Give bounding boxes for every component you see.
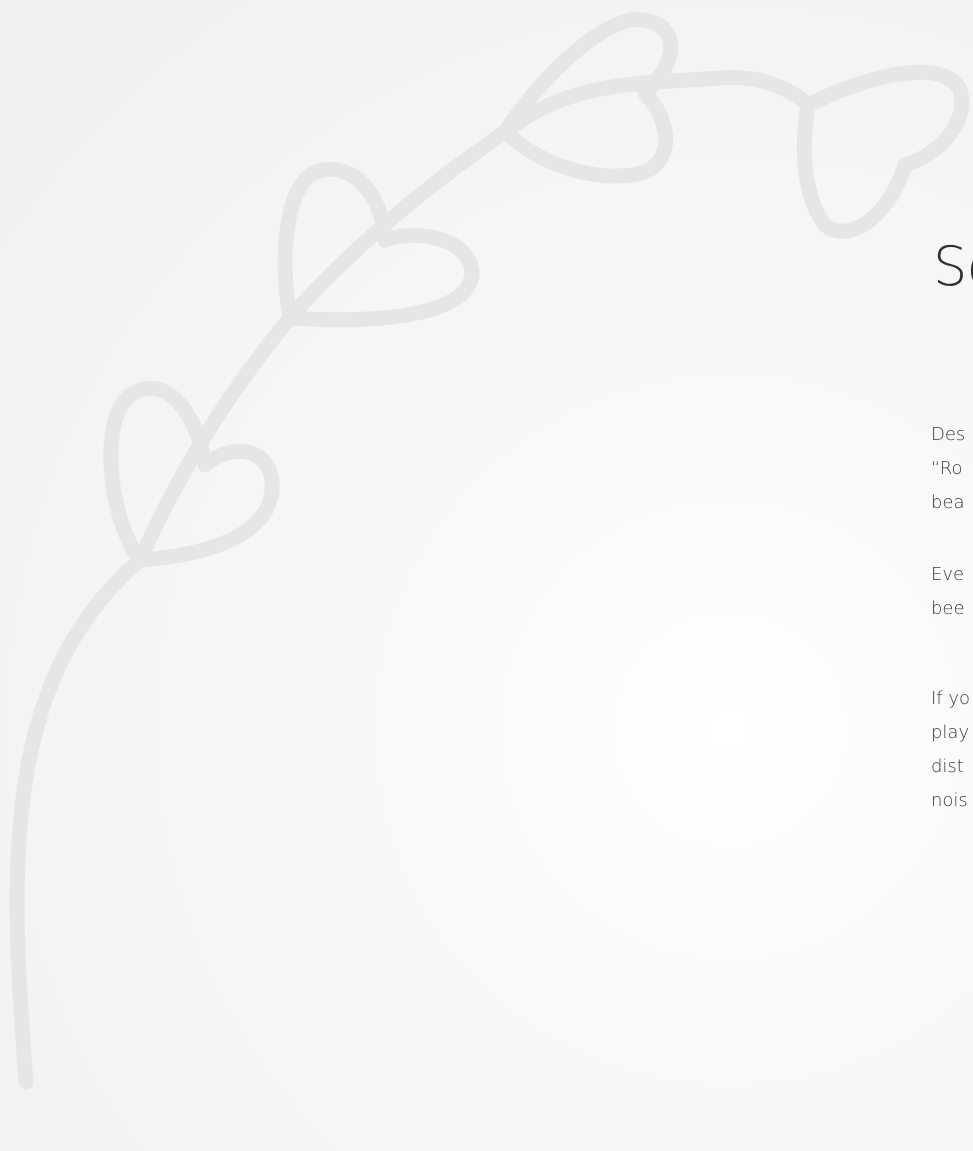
paragraph-line: dist <box>931 756 964 777</box>
main-content-clipped: Sc Des “Ro bea Eve bee If yo play dist n… <box>931 0 973 1151</box>
paragraph-line: nois <box>931 790 968 811</box>
paragraph-line: Des <box>931 424 966 445</box>
paragraph-line: bea <box>931 492 965 513</box>
paragraph-line: bee <box>931 598 965 619</box>
paragraph-line: play <box>931 722 970 743</box>
heart-icon <box>103 381 280 568</box>
paragraph-line: “Ro <box>931 458 963 479</box>
paragraph-line: If yo <box>931 688 971 709</box>
heart-vine-decoration <box>9 12 970 1090</box>
paragraph-2: Eve bee <box>931 558 965 626</box>
paragraph-line: Eve <box>931 564 965 585</box>
page-title: Sc <box>933 235 973 298</box>
paragraph-1: Des “Ro bea <box>931 418 965 520</box>
paragraph-3: If yo play dist nois <box>931 682 970 818</box>
